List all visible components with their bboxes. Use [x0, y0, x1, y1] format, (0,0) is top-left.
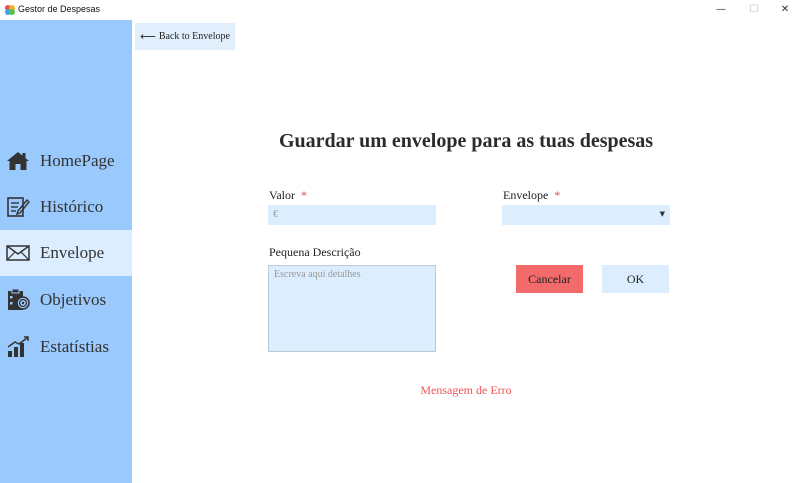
window-title: Gestor de Despesas: [18, 4, 101, 14]
valor-label-group: Valor *: [269, 188, 307, 203]
app-logo-icon: [5, 5, 15, 15]
back-to-envelope-button[interactable]: ⟵ Back to Envelope: [135, 23, 235, 50]
error-message: Mensagem de Erro: [420, 383, 512, 397]
required-marker: *: [301, 188, 307, 202]
descricao-textarea[interactable]: Escreva aqui detalhes: [268, 265, 436, 352]
back-button-label: Back to Envelope: [158, 31, 230, 42]
sidebar-item-label: Estatístias: [40, 337, 109, 356]
valor-input[interactable]: €: [268, 205, 436, 225]
required-marker: *: [554, 188, 561, 202]
sidebar-item-label: Histórico: [40, 197, 104, 216]
sidebar-item-label: Envelope: [40, 243, 105, 262]
sidebar-item-objetivos[interactable]: Objetivos: [0, 277, 132, 323]
envelope-label-group: Envelope *: [503, 188, 560, 203]
sidebar-item-estatistias[interactable]: Estatístias: [0, 324, 132, 370]
cancel-button[interactable]: Cancelar: [516, 265, 583, 293]
sidebar: HomePage Histórico Envelope Objetivos Es…: [0, 20, 132, 483]
objectives-icon: [8, 288, 30, 310]
envelope-icon: [6, 245, 30, 261]
maximize-button[interactable]: ☐: [741, 2, 767, 18]
sidebar-item-label: HomePage: [40, 151, 115, 170]
descricao-label: Pequena Descrição: [269, 245, 361, 259]
ok-button[interactable]: OK: [602, 265, 669, 293]
chevron-down-icon: ▼: [659, 210, 665, 218]
history-icon: [7, 197, 30, 217]
valor-label: Valor: [269, 188, 295, 202]
sidebar-item-homepage[interactable]: HomePage: [0, 138, 132, 184]
close-button[interactable]: ✕: [772, 2, 798, 18]
sidebar-item-label: Objetivos: [40, 290, 107, 309]
page-title: Guardar um envelope para as tuas despesa…: [278, 130, 654, 152]
sidebar-item-envelope[interactable]: Envelope: [0, 230, 132, 276]
title-bar: Gestor de Despesas — ☐ ✕: [0, 0, 800, 20]
envelope-label: Envelope: [503, 188, 549, 202]
statistics-icon: [7, 336, 29, 357]
minimize-button[interactable]: —: [708, 2, 734, 18]
envelope-select[interactable]: ▼: [502, 205, 670, 225]
back-arrow-icon: ⟵: [140, 30, 156, 43]
home-icon: [7, 152, 29, 170]
sidebar-item-historico[interactable]: Histórico: [0, 184, 132, 230]
